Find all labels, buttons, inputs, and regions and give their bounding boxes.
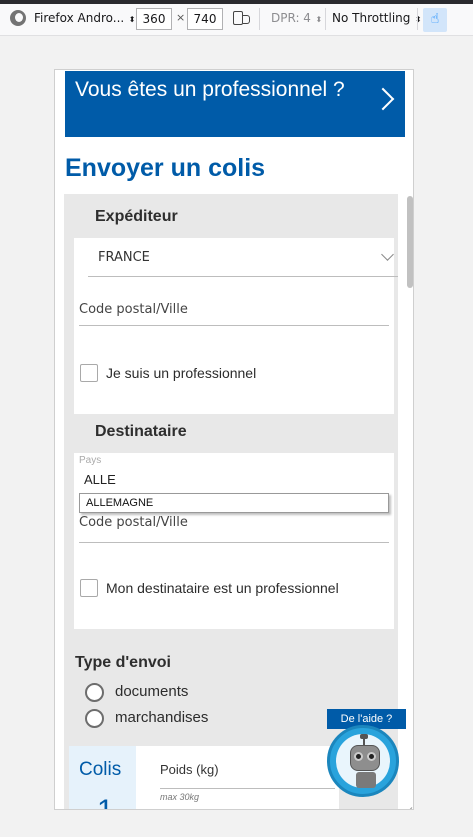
throttling-label: No Throttling [332, 11, 411, 25]
recipient-country-input[interactable] [78, 467, 308, 491]
sender-country-value: FRANCE [98, 250, 150, 265]
help-robot-icon[interactable] [327, 725, 399, 797]
parcel-card: Colis 1 Poids (kg) max 30kg [69, 746, 339, 809]
weight-label: Poids (kg) [160, 762, 219, 777]
devtools-toolbar: Firefox Andro... ⬍ 360 × 740 DPR: 4 ⬍ No… [0, 0, 473, 36]
country-suggestion-label: ALLEMAGNE [86, 497, 154, 509]
throttling-selector[interactable]: No Throttling ⬍ [332, 11, 422, 25]
sender-title: Expéditeur [95, 208, 178, 225]
radio-button[interactable] [85, 709, 104, 728]
dimension-separator: × [176, 11, 186, 24]
robot-head [350, 745, 380, 771]
chevron-down-icon: ⬍ [126, 15, 136, 24]
touch-simulation-icon[interactable]: ☝ [423, 8, 447, 32]
robot-eye [367, 752, 376, 761]
viewport-scrollbar[interactable] [407, 196, 413, 288]
parcel-tab[interactable]: Colis 1 [69, 746, 136, 809]
dpr-selector[interactable]: DPR: 4 ⬍ [271, 11, 322, 25]
shipment-type-title: Type d'envoi [75, 654, 171, 671]
recipient-postal-field[interactable]: Code postal/Ville [79, 511, 389, 543]
recipient-card: Pays ALLEMAGNE Code postal/Ville Mon des… [74, 453, 394, 629]
toolbar-divider [259, 8, 260, 30]
resize-handle-icon[interactable] [402, 798, 412, 808]
robot-eye [354, 752, 363, 761]
recipient-postal-placeholder: Code postal/Ville [79, 515, 188, 530]
chevron-down-icon [381, 248, 394, 261]
dpr-label: DPR: 4 [271, 11, 311, 25]
viewport-height-input[interactable]: 740 [187, 8, 223, 30]
recipient-pro-label: Mon destinataire est un professionnel [106, 580, 339, 596]
robot-body [356, 772, 376, 788]
pro-banner-link[interactable]: Vous êtes un professionnel ? [65, 71, 405, 137]
toolbar-divider [325, 8, 326, 30]
sender-postal-field[interactable]: Code postal/Ville [79, 294, 389, 326]
device-viewport: Vous êtes un professionnel ? Envoyer un … [54, 69, 414, 810]
viewport-width-input[interactable]: 360 [136, 8, 172, 30]
recipient-title: Destinataire [95, 423, 187, 440]
firefox-icon [10, 10, 26, 26]
recipient-pro-checkbox[interactable] [80, 579, 98, 597]
weight-input[interactable] [160, 788, 335, 789]
pro-banner-text: Vous êtes un professionnel ? [75, 78, 345, 101]
sender-pro-label: Je suis un professionnel [106, 365, 257, 381]
chevron-right-icon [371, 87, 395, 111]
device-label: Firefox Andro... [34, 11, 125, 25]
country-autocomplete-option[interactable]: ALLEMAGNE [79, 493, 389, 513]
recipient-country-label: Pays [79, 455, 102, 466]
radio-documents-label: documents [115, 683, 189, 700]
sender-card: FRANCE Code postal/Ville Je suis un prof… [74, 238, 398, 414]
parcel-tab-label: Colis [79, 759, 122, 780]
sender-country-select[interactable]: FRANCE [88, 238, 398, 277]
parcel-number: 1 [97, 794, 114, 809]
device-selector[interactable]: Firefox Andro... ⬍ [34, 11, 135, 25]
radio-marchandises-label: marchandises [115, 709, 209, 726]
rotate-icon[interactable] [233, 11, 250, 25]
robot-background [336, 734, 390, 788]
page-title: Envoyer un colis [65, 154, 266, 182]
chevron-down-icon: ⬍ [312, 15, 323, 24]
sender-pro-checkbox[interactable] [80, 364, 98, 382]
weight-hint: max 30kg [160, 792, 200, 802]
radio-button[interactable] [85, 683, 104, 702]
sender-postal-placeholder: Code postal/Ville [79, 302, 188, 317]
toolbar-divider [417, 8, 418, 30]
